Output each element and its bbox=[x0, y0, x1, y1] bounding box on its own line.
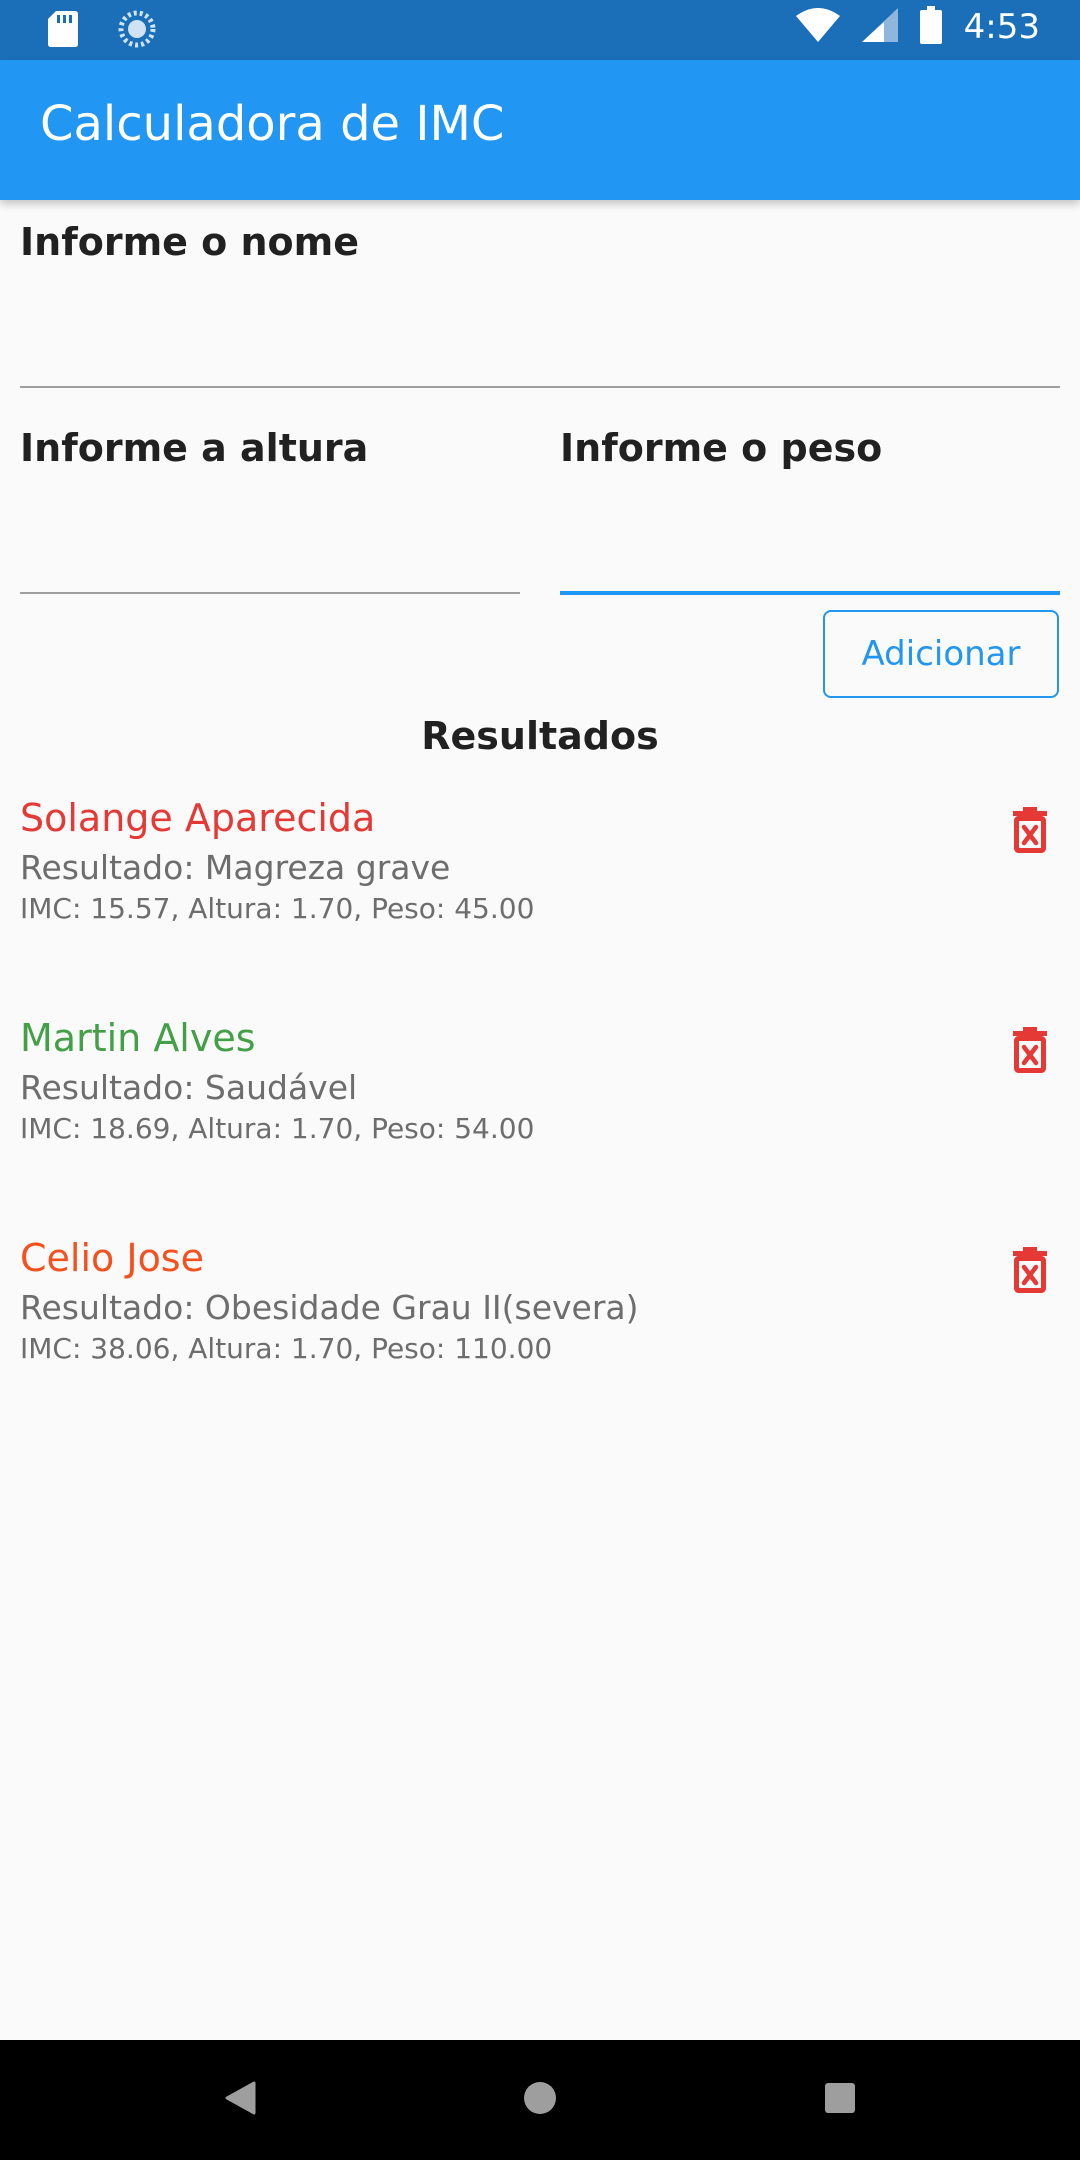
delete-forever-icon bbox=[1013, 1247, 1047, 1297]
home-button[interactable] bbox=[510, 2070, 570, 2130]
result-details: IMC: 15.57, Altura: 1.70, Peso: 45.00 bbox=[20, 892, 535, 925]
name-input[interactable] bbox=[20, 320, 1060, 380]
result-details: IMC: 38.06, Altura: 1.70, Peso: 110.00 bbox=[20, 1332, 553, 1365]
name-field-label: Informe o nome bbox=[20, 220, 360, 264]
results-title: Resultados bbox=[421, 714, 659, 758]
result-name: Celio Jose bbox=[20, 1236, 204, 1280]
weight-field-label: Informe o peso bbox=[560, 426, 883, 470]
back-icon bbox=[224, 2081, 256, 2119]
navigation-bar bbox=[0, 2040, 1080, 2160]
result-item: Solange Aparecida Resultado: Magreza gra… bbox=[0, 796, 1080, 996]
delete-button[interactable] bbox=[1000, 802, 1060, 862]
delete-forever-icon bbox=[1013, 807, 1047, 857]
recents-icon bbox=[824, 2082, 856, 2118]
height-field-label: Informe a altura bbox=[20, 426, 369, 470]
weight-input[interactable] bbox=[560, 526, 1060, 586]
app-bar: Calculadora de IMC bbox=[0, 60, 1080, 200]
battery-icon bbox=[919, 6, 942, 48]
delete-button[interactable] bbox=[1000, 1022, 1060, 1082]
loading-icon bbox=[118, 10, 156, 52]
result-status: Resultado: Saudável bbox=[20, 1068, 358, 1107]
wifi-icon bbox=[795, 8, 840, 46]
height-input-underline bbox=[20, 592, 520, 594]
weight-input-underline bbox=[560, 591, 1060, 595]
result-name: Solange Aparecida bbox=[20, 796, 376, 840]
recents-button[interactable] bbox=[810, 2070, 870, 2130]
signal-icon bbox=[861, 8, 898, 46]
delete-button[interactable] bbox=[1000, 1242, 1060, 1302]
result-name: Martin Alves bbox=[20, 1016, 256, 1060]
result-item: Martin Alves Resultado: Saudável IMC: 18… bbox=[0, 1016, 1080, 1216]
add-button[interactable]: Adicionar bbox=[823, 610, 1059, 698]
result-item: Celio Jose Resultado: Obesidade Grau II(… bbox=[0, 1236, 1080, 1436]
height-input[interactable] bbox=[20, 526, 520, 586]
result-details: IMC: 18.69, Altura: 1.70, Peso: 54.00 bbox=[20, 1112, 535, 1145]
status-time: 4:53 bbox=[963, 7, 1040, 47]
home-icon bbox=[523, 2081, 557, 2119]
name-input-underline bbox=[20, 386, 1060, 388]
back-button[interactable] bbox=[210, 2070, 270, 2130]
delete-forever-icon bbox=[1013, 1027, 1047, 1077]
result-status: Resultado: Obesidade Grau II(severa) bbox=[20, 1288, 639, 1327]
status-bar: 4:53 bbox=[0, 0, 1080, 60]
result-status: Resultado: Magreza grave bbox=[20, 848, 451, 887]
app-title: Calculadora de IMC bbox=[40, 96, 505, 152]
sd-card-icon bbox=[48, 11, 78, 51]
